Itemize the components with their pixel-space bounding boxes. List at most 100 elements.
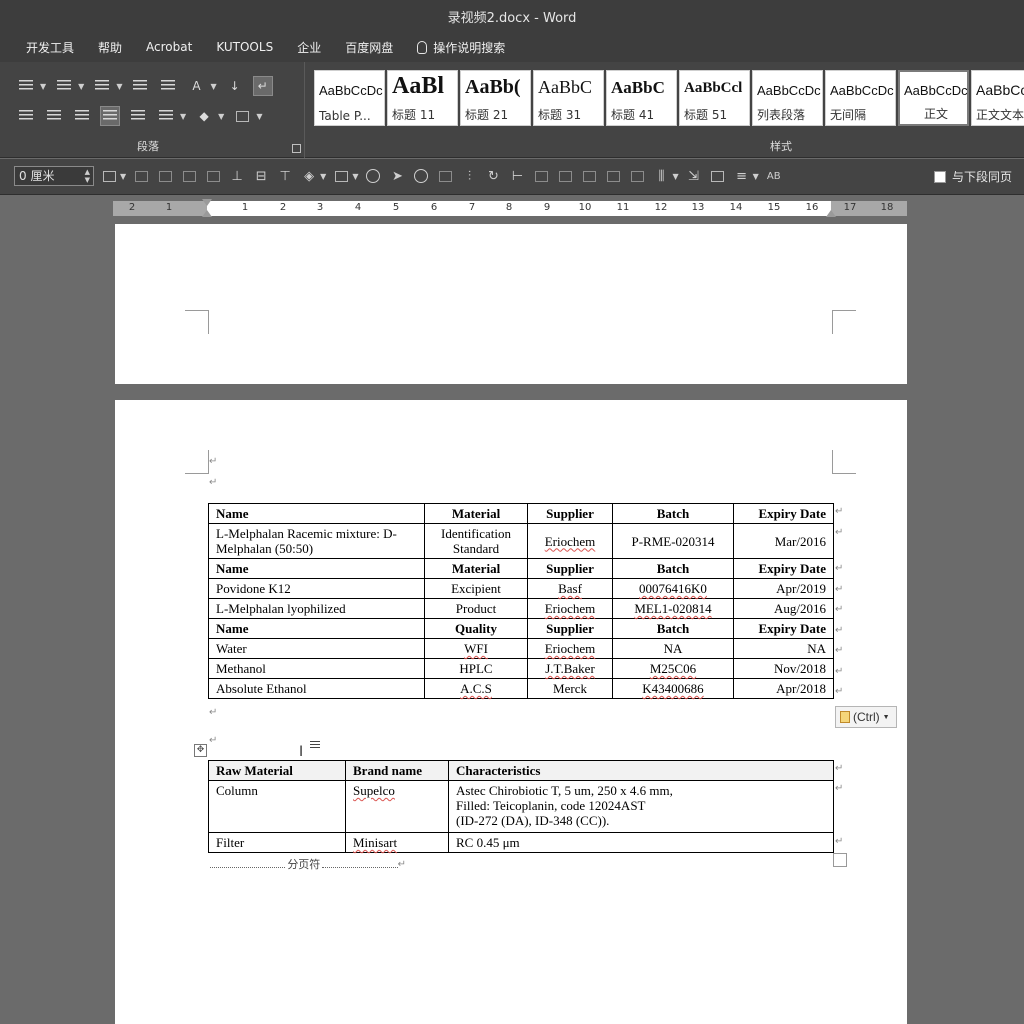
table-cell[interactable]: 00076416K0: [612, 578, 734, 599]
table-cell[interactable]: Raw Material: [208, 760, 346, 781]
style-no-spacing[interactable]: AaBbCcDc 无间隔: [825, 70, 896, 126]
table-cell[interactable]: Batch: [612, 558, 734, 579]
table-cell[interactable]: Supplier: [527, 503, 613, 524]
reagents-table[interactable]: Name Material Supplier Batch Expiry Date…: [208, 503, 834, 699]
chevron-down-icon[interactable]: ▼: [180, 112, 186, 121]
chevron-down-icon[interactable]: ▼: [320, 172, 326, 181]
table-cell[interactable]: Apr/2018: [733, 678, 834, 699]
sort-icon[interactable]: ↓: [225, 76, 245, 96]
borders-icon[interactable]: [232, 106, 252, 126]
tell-me-search[interactable]: 操作说明搜索: [405, 39, 517, 56]
style-body-text[interactable]: AaBbCc 正文文本: [971, 70, 1024, 126]
table-cell[interactable]: Nov/2018: [733, 658, 834, 679]
table-cell[interactable]: Material: [424, 558, 528, 579]
align-center-icon[interactable]: [44, 106, 64, 126]
table-cell[interactable]: Apr/2019: [733, 578, 834, 599]
multilevel-list-icon[interactable]: [92, 76, 112, 96]
table-cell[interactable]: Identification Standard: [424, 523, 528, 559]
table-resize-handle[interactable]: [833, 853, 847, 867]
table-cell[interactable]: Basf: [527, 578, 613, 599]
show-hide-marks-icon[interactable]: ↵: [252, 76, 273, 96]
style-heading-11[interactable]: AaBl 标题 11: [387, 70, 458, 126]
text-direction-icon[interactable]: A: [186, 76, 206, 96]
table-cell[interactable]: K43400686: [612, 678, 734, 699]
hanging-indent-marker[interactable]: [202, 210, 212, 217]
chevron-down-icon[interactable]: ▼: [672, 172, 678, 181]
table-cell[interactable]: Eriochem: [527, 523, 613, 559]
table-cell[interactable]: NA: [733, 638, 834, 659]
table-cell[interactable]: Filter: [208, 832, 346, 853]
justify-icon[interactable]: [100, 106, 120, 126]
spinner-arrows-icon[interactable]: ▲ ▼: [85, 168, 90, 184]
table-cell[interactable]: WFI: [424, 638, 528, 659]
table-cell[interactable]: Minisart: [345, 832, 449, 853]
tab-enterprise[interactable]: 企业: [285, 39, 333, 56]
table-move-handle-icon[interactable]: ✥: [194, 744, 207, 757]
bring-forward-icon[interactable]: [180, 167, 198, 185]
table-grid-icon[interactable]: [332, 167, 350, 185]
tab-baidu-netdisk[interactable]: 百度网盘: [333, 39, 405, 56]
merge-cells-icon[interactable]: [556, 167, 574, 185]
table-cell[interactable]: Brand name: [345, 760, 449, 781]
chevron-down-icon[interactable]: ▼: [210, 82, 216, 91]
table-icon[interactable]: [532, 167, 550, 185]
table-cell[interactable]: Eriochem: [527, 598, 613, 619]
table-cell[interactable]: Batch: [612, 503, 734, 524]
table-cell[interactable]: Astec Chirobiotic T, 5 um, 250 x 4.6 mm,…: [448, 780, 834, 833]
text-box-icon[interactable]: [100, 167, 118, 185]
style-heading-51[interactable]: AaBbCcl 标题 51: [679, 70, 750, 126]
table-cell[interactable]: MEL1-020814: [612, 598, 734, 619]
shading-icon[interactable]: ◆: [194, 106, 214, 126]
style-heading-41[interactable]: AaBbC 标题 41: [606, 70, 677, 126]
table-cell[interactable]: RC 0.45 μm: [448, 832, 834, 853]
table-cell[interactable]: L-Melphalan Racemic mixture: D-Melphalan…: [208, 523, 425, 559]
chevron-down-icon[interactable]: ▼: [218, 112, 224, 121]
table-cell[interactable]: Characteristics: [448, 760, 834, 781]
align-middle-icon[interactable]: ⊟: [252, 167, 270, 185]
table-cell[interactable]: HPLC: [424, 658, 528, 679]
align-icon[interactable]: [132, 167, 150, 185]
table-cell[interactable]: Expiry Date: [733, 503, 834, 524]
table-cell[interactable]: Name: [208, 618, 425, 639]
first-line-indent-marker[interactable]: [202, 199, 212, 206]
ab-superscript-icon[interactable]: AB: [765, 167, 783, 185]
table-cell[interactable]: M25C06: [612, 658, 734, 679]
table-cell[interactable]: Expiry Date: [733, 558, 834, 579]
table-cell[interactable]: Aug/2016: [733, 598, 834, 619]
table-cell[interactable]: Expiry Date: [733, 618, 834, 639]
decrease-indent-icon[interactable]: [130, 76, 150, 96]
align-left-icon[interactable]: [16, 106, 36, 126]
numbering-icon[interactable]: [54, 76, 74, 96]
table-cell[interactable]: Batch: [612, 618, 734, 639]
crop-icon[interactable]: [436, 167, 454, 185]
horizontal-ruler[interactable]: 2 1 1 2 3 4 5 6 7 8 9 10 11 12 13 14 15 …: [113, 199, 907, 217]
chevron-down-icon[interactable]: ▼: [116, 82, 122, 91]
paste-options-button[interactable]: (Ctrl) ▼: [835, 706, 897, 728]
table-cell[interactable]: Merck: [527, 678, 613, 699]
table-cell[interactable]: Water: [208, 638, 425, 659]
table-cell[interactable]: Quality: [424, 618, 528, 639]
distribute-icon[interactable]: ⊥: [228, 167, 246, 185]
paragraph-dialog-launcher-icon[interactable]: [292, 144, 301, 153]
chevron-down-icon[interactable]: ▼: [753, 172, 759, 181]
insert-column-icon[interactable]: [628, 167, 646, 185]
align-right-icon[interactable]: [72, 106, 92, 126]
table-cell[interactable]: Povidone K12: [208, 578, 425, 599]
table-cell[interactable]: A.C.S: [424, 678, 528, 699]
circle-icon[interactable]: [412, 167, 430, 185]
style-table-p[interactable]: AaBbCcDc Table P...: [314, 70, 385, 126]
chart-icon[interactable]: ⫶: [460, 167, 478, 185]
wrap-text-icon[interactable]: ⇲: [685, 167, 703, 185]
fill-color-icon[interactable]: ◈: [300, 167, 318, 185]
tab-developer[interactable]: 开发工具: [14, 39, 86, 56]
chevron-down-icon[interactable]: ▼: [256, 112, 262, 121]
select-pointer-icon[interactable]: ➤: [388, 167, 406, 185]
style-normal[interactable]: AaBbCcDc 正文: [898, 70, 969, 126]
size-spinner[interactable]: 0 厘米 ▲ ▼: [14, 166, 94, 186]
columns-icon[interactable]: ⫼: [652, 167, 670, 185]
table-cell[interactable]: NA: [612, 638, 734, 659]
table-cell[interactable]: Product: [424, 598, 528, 619]
table-cell[interactable]: Absolute Ethanol: [208, 678, 425, 699]
page-current[interactable]: [115, 400, 907, 1024]
oval-icon[interactable]: [364, 167, 382, 185]
